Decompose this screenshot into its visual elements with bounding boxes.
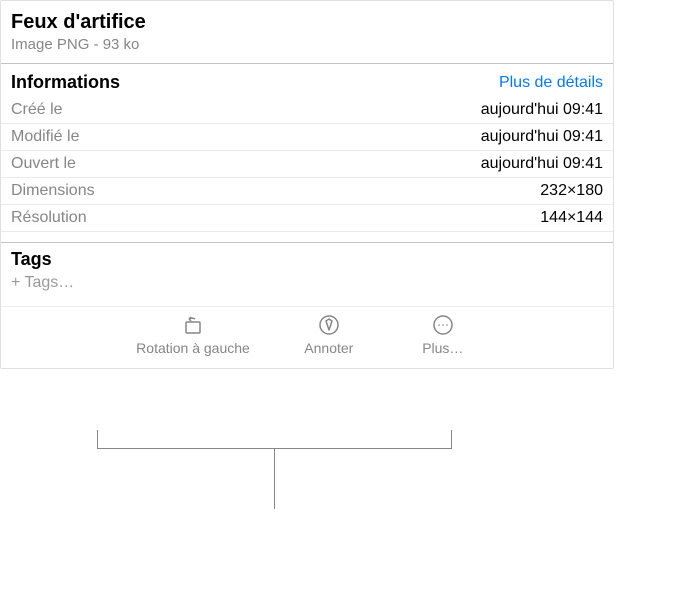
rotate-left-icon xyxy=(181,313,205,337)
callout-bracket xyxy=(97,430,452,449)
info-row-resolution: Résolution 144×144 xyxy=(1,205,613,232)
toolbar-label: Plus… xyxy=(422,340,463,356)
toolbar: Rotation à gauche Annoter Plus… xyxy=(1,306,613,368)
info-row-opened: Ouvert le aujourd'hui 09:41 xyxy=(1,151,613,178)
annotate-icon xyxy=(317,313,341,337)
toolbar-label: Rotation à gauche xyxy=(136,340,250,356)
info-value: aujourd'hui 09:41 xyxy=(481,155,603,173)
info-row-modified: Modifié le aujourd'hui 09:41 xyxy=(1,124,613,151)
tags-heading: Tags xyxy=(1,243,613,270)
info-label: Dimensions xyxy=(11,182,95,200)
info-label: Modifié le xyxy=(11,128,79,146)
info-row-dimensions: Dimensions 232×180 xyxy=(1,178,613,205)
annotate-button[interactable]: Annoter xyxy=(294,313,364,356)
file-subtitle: Image PNG - 93 ko xyxy=(11,36,603,53)
toolbar-label: Annoter xyxy=(304,340,353,356)
more-button[interactable]: Plus… xyxy=(408,313,478,356)
info-row-created: Créé le aujourd'hui 09:41 xyxy=(1,97,613,124)
more-icon xyxy=(431,313,455,337)
more-details-link[interactable]: Plus de détails xyxy=(499,74,603,92)
file-title: Feux d'artifice xyxy=(11,11,603,34)
add-tags-button[interactable]: + Tags… xyxy=(1,270,613,306)
info-section-header: Informations Plus de détails xyxy=(1,64,613,97)
informations-heading: Informations xyxy=(11,72,120,93)
info-panel: Feux d'artifice Image PNG - 93 ko Inform… xyxy=(0,0,614,369)
info-label: Créé le xyxy=(11,101,63,119)
info-value: 232×180 xyxy=(540,182,603,200)
file-header: Feux d'artifice Image PNG - 93 ko xyxy=(1,1,613,64)
info-label: Ouvert le xyxy=(11,155,76,173)
info-value: 144×144 xyxy=(540,209,603,227)
callout-stem xyxy=(274,449,275,509)
rotate-left-button[interactable]: Rotation à gauche xyxy=(136,313,250,356)
info-value: aujourd'hui 09:41 xyxy=(481,101,603,119)
info-label: Résolution xyxy=(11,209,87,227)
info-value: aujourd'hui 09:41 xyxy=(481,128,603,146)
